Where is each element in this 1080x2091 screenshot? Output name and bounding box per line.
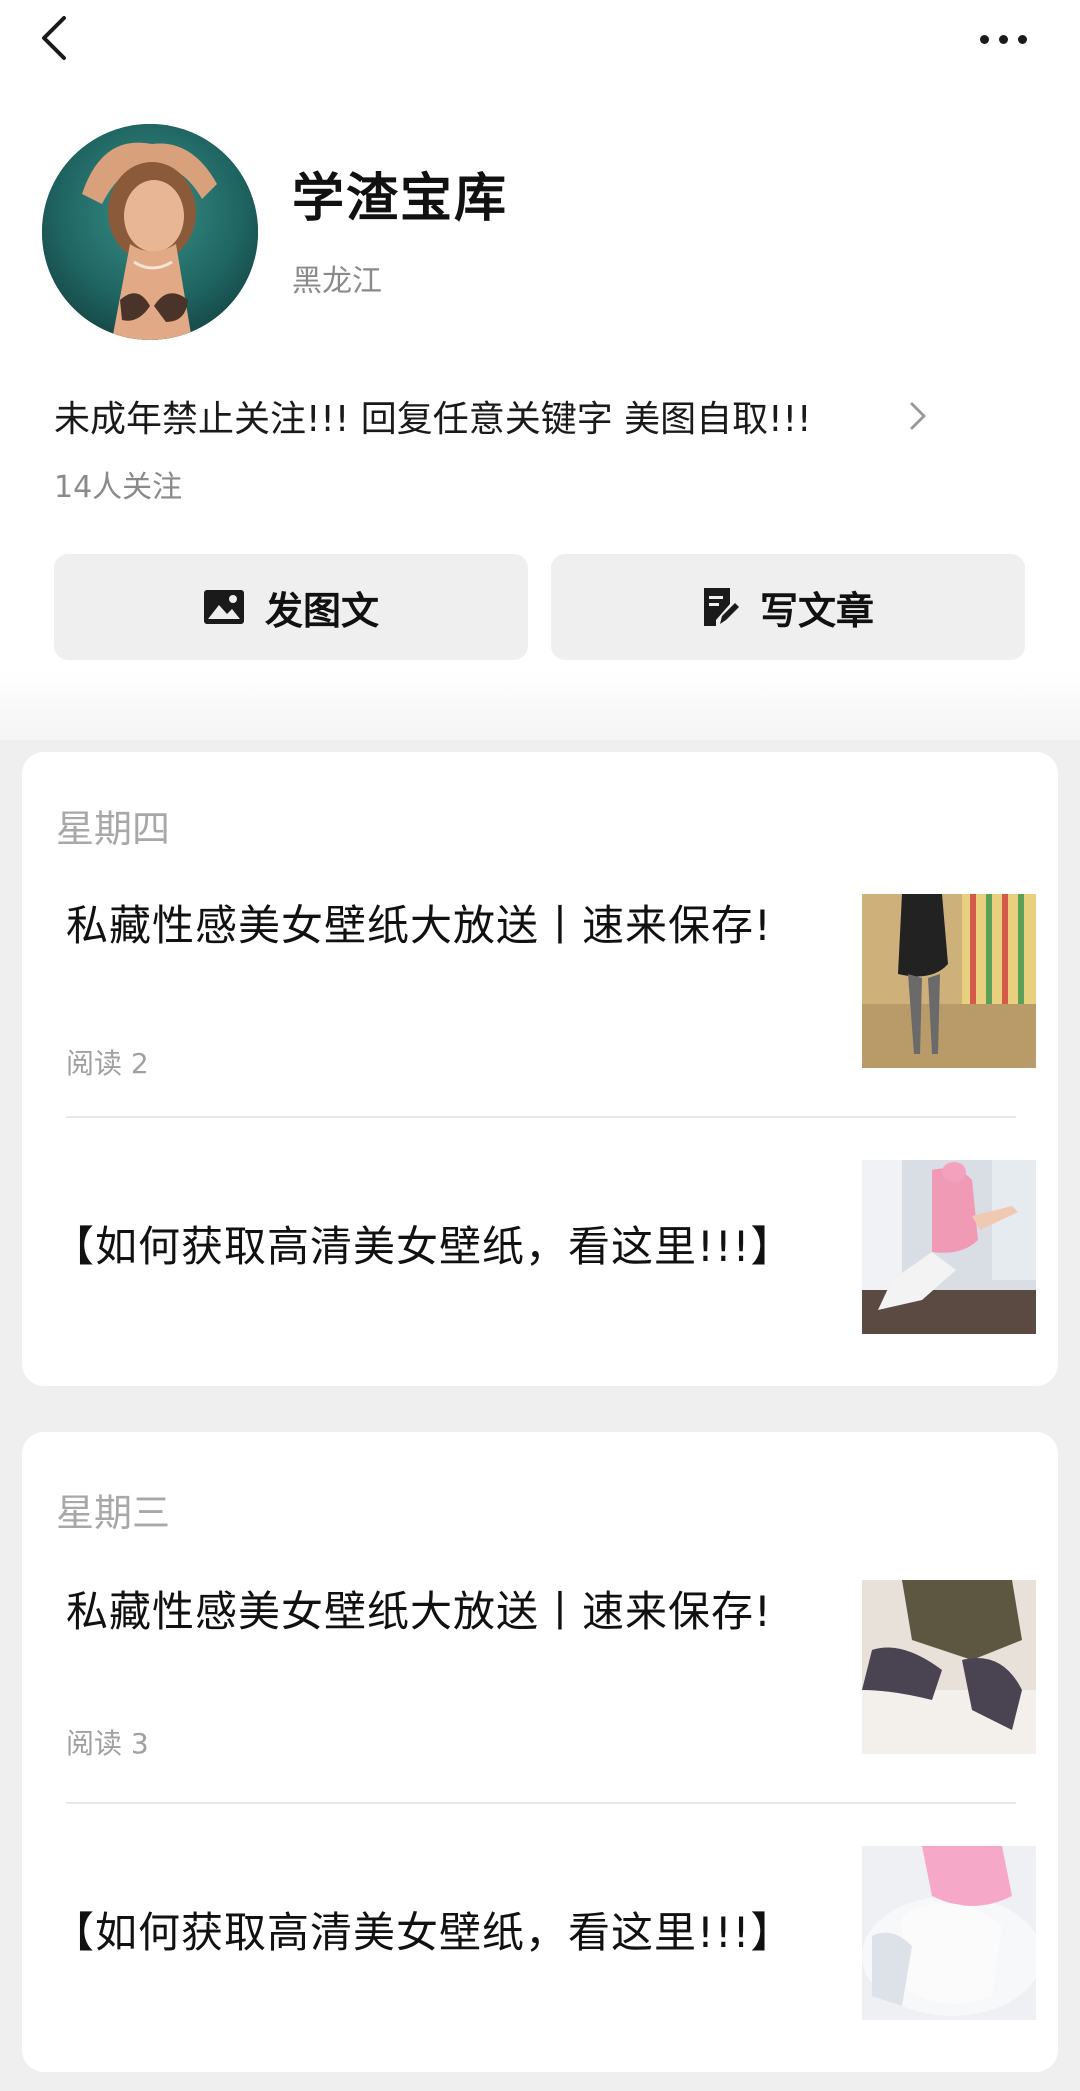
article-title: 【如何获取高清美女壁纸，看这里!!!】 [52,1908,794,1957]
feed-card: 星期四 私藏性感美女壁纸大放送丨速来保存! 阅读 2 【如何获取高清美女壁纸，看… [22,752,1058,1386]
article-title: 【如何获取高清美女壁纸，看这里!!!】 [52,1222,794,1271]
chevron-right-icon [910,402,926,430]
write-note-icon [703,588,739,626]
nav-bar [0,0,1080,80]
article-read-count: 阅读 2 [66,1047,149,1080]
article-read-count: 阅读 3 [66,1727,149,1760]
article-item[interactable]: 【如何获取高清美女壁纸，看这里!!!】 [52,1160,1038,1334]
article-title: 私藏性感美女壁纸大放送丨速来保存! [66,1587,772,1636]
article-thumbnail [862,1160,1036,1334]
more-dot [1018,35,1027,44]
avatar-image [42,124,258,340]
divider [66,1802,1016,1804]
feed-day-label: 星期四 [56,807,171,851]
feed-card: 星期三 私藏性感美女壁纸大放送丨速来保存! 阅读 3 【如何获取高清美女壁纸，看… [22,1432,1058,2072]
article-title: 私藏性感美女壁纸大放送丨速来保存! [66,901,772,950]
image-icon [203,590,244,624]
more-dot [999,35,1008,44]
avatar[interactable] [42,124,258,340]
article-thumbnail [862,1846,1036,2020]
article-thumbnail [862,894,1036,1068]
feed-day-label: 星期三 [56,1491,171,1535]
article-item[interactable]: 私藏性感美女壁纸大放送丨速来保存! 阅读 2 [66,894,1038,1094]
more-dots-icon [980,35,989,44]
account-name: 学渣宝库 [292,169,509,229]
follower-count: 14人关注 [54,470,183,505]
article-thumbnail [862,1580,1036,1754]
post-photo-button[interactable]: 发图文 [54,554,528,660]
account-region: 黑龙江 [292,264,382,299]
divider [66,1116,1016,1118]
description-text: 未成年禁止关注!!! 回复任意关键字 美图自取!!! [54,399,812,440]
post-photo-label: 发图文 [264,588,379,633]
back-button[interactable] [38,14,72,62]
account-description[interactable]: 未成年禁止关注!!! 回复任意关键字 美图自取!!! [54,390,1034,440]
back-chevron-icon [42,16,66,60]
more-button[interactable] [976,22,1032,52]
write-article-button[interactable]: 写文章 [551,554,1025,660]
article-item[interactable]: 私藏性感美女壁纸大放送丨速来保存! 阅读 3 [66,1580,1038,1780]
article-item[interactable]: 【如何获取高清美女壁纸，看这里!!!】 [52,1846,1038,2020]
write-article-label: 写文章 [759,588,874,633]
